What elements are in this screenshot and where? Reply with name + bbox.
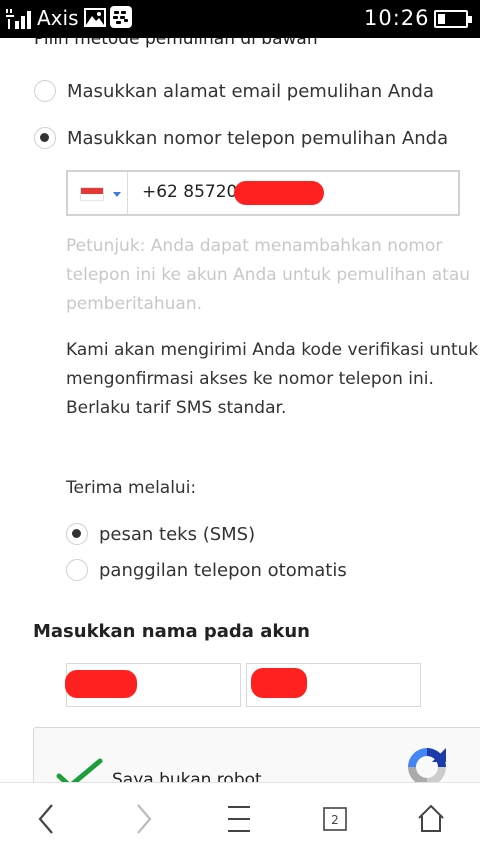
- verification-info: Kami akan mengirimi Anda kode verifikasi…: [66, 336, 480, 423]
- phone-field[interactable]: +62 857201: [66, 170, 460, 216]
- signal-icon: [6, 9, 31, 29]
- phone-input[interactable]: +62 857201: [142, 182, 248, 202]
- home-button[interactable]: [392, 783, 472, 854]
- clock: 10:26: [364, 6, 430, 30]
- radio-phone[interactable]: [34, 127, 56, 149]
- option-phone-label: Masukkan nomor telepon pemulihan Anda: [67, 127, 449, 149]
- tabs-button[interactable]: 2: [296, 783, 376, 854]
- country-selector[interactable]: [68, 172, 128, 214]
- option-call-label: panggilan telepon otomatis: [99, 559, 347, 581]
- option-email[interactable]: Masukkan alamat email pemulihan Anda: [34, 80, 434, 102]
- option-email-label: Masukkan alamat email pemulihan Anda: [67, 80, 434, 102]
- image-notification-icon: [84, 8, 106, 27]
- receive-via-label: Terima melalui:: [66, 478, 197, 498]
- tab-count: 2: [331, 813, 339, 827]
- name-heading: Masukkan nama pada akun: [33, 621, 310, 642]
- option-sms-label: pesan teks (SMS): [99, 523, 256, 545]
- bbm-icon: [110, 6, 132, 28]
- home-icon: [418, 804, 444, 832]
- checkmark-icon[interactable]: [56, 758, 104, 782]
- redaction-mark: [234, 181, 324, 205]
- option-call[interactable]: panggilan telepon otomatis: [66, 559, 347, 581]
- verification-text: Kami akan mengirimi Anda kode verifikasi…: [66, 340, 479, 389]
- battery-icon: [434, 10, 472, 28]
- last-name-input[interactable]: [246, 663, 421, 707]
- option-sms[interactable]: pesan teks (SMS): [66, 523, 255, 545]
- redaction-mark: [65, 670, 137, 698]
- status-bar: Axis 10:26: [0, 0, 480, 38]
- indonesia-flag-icon: [80, 187, 104, 201]
- sms-rate-text: Berlaku tarif SMS standar.: [66, 398, 287, 418]
- menu-button[interactable]: [200, 783, 280, 854]
- chevron-left-icon: [38, 804, 53, 834]
- recaptcha-box[interactable]: Saya bukan robot: [33, 727, 480, 782]
- first-name-input[interactable]: [65, 663, 241, 707]
- radio-email[interactable]: [34, 80, 56, 102]
- option-phone[interactable]: Masukkan nomor telepon pemulihan Anda: [34, 127, 448, 149]
- browser-bottom-bar: 2: [0, 782, 480, 854]
- back-button[interactable]: [6, 783, 86, 854]
- carrier-name: Axis: [37, 6, 79, 30]
- section-heading: Pilih metode pemulihan di bawah: [34, 38, 318, 49]
- forward-button[interactable]: [104, 783, 184, 854]
- tabs-icon: 2: [323, 807, 347, 831]
- chevron-right-icon: [137, 804, 152, 834]
- recaptcha-logo-icon: [408, 748, 446, 782]
- hamburger-menu-icon: [228, 806, 250, 832]
- recovery-form: Pilih metode pemulihan di bawah Masukkan…: [0, 38, 480, 782]
- redaction-mark: [251, 668, 307, 698]
- radio-call[interactable]: [66, 559, 88, 581]
- radio-sms[interactable]: [66, 523, 88, 545]
- captcha-label: Saya bukan robot: [112, 770, 262, 782]
- dropdown-caret-icon: [113, 192, 121, 197]
- hint-text: Petunjuk: Anda dapat menambahkan nomor t…: [66, 236, 471, 314]
